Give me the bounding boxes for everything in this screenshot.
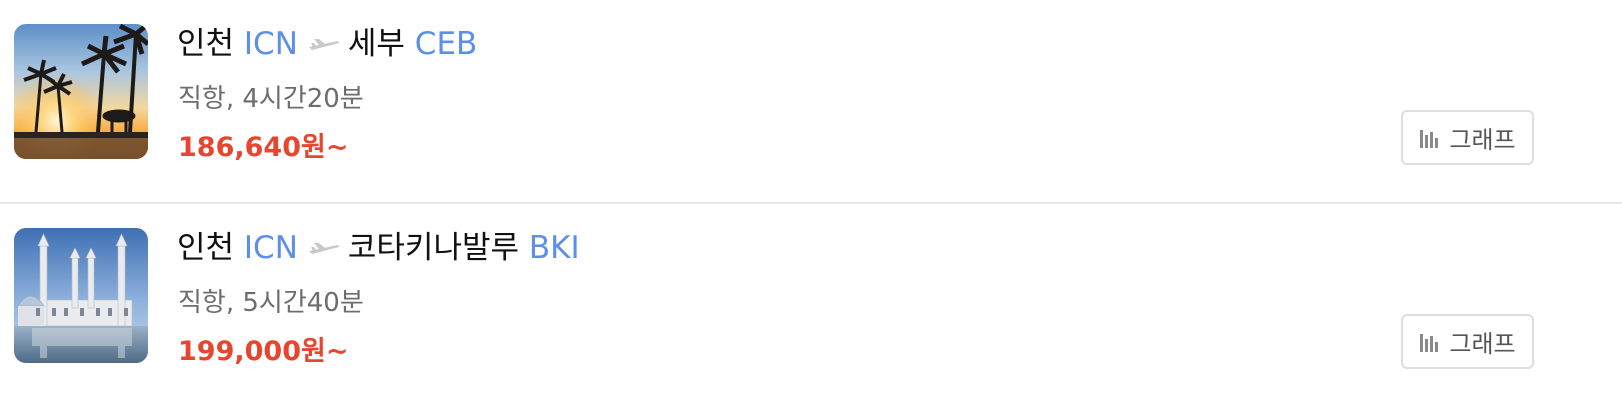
route-list-item[interactable]: 인천 ICN 코타키나발루 BKI 직항, 5시간40분 199,000원~ 그래… <box>0 202 1622 402</box>
destination-airport-code: CEB <box>414 26 478 62</box>
destination-thumbnail-cebu[interactable] <box>14 24 148 159</box>
graph-button[interactable]: 그래프 <box>1401 314 1534 369</box>
graph-button-label: 그래프 <box>1449 330 1516 358</box>
origin-city: 인천 <box>177 26 235 62</box>
price-label: 186,640원~ <box>178 132 349 163</box>
flight-info: 직항, 4시간20분 <box>178 84 364 114</box>
flight-info: 직항, 5시간40분 <box>178 288 364 318</box>
route-title: 인천 ICN 코타키나발루 BKI <box>177 226 580 270</box>
origin-airport-code: ICN <box>243 230 298 266</box>
destination-city: 세부 <box>347 26 405 62</box>
route-list: 인천 ICN 세부 CEB 직항, 4시간20분 186,640원~ 그래프 인… <box>0 0 1622 402</box>
destination-city: 코타키나발루 <box>347 230 520 266</box>
route-list-item[interactable]: 인천 ICN 세부 CEB 직항, 4시간20분 186,640원~ 그래프 <box>0 0 1622 202</box>
airplane-icon <box>308 227 340 254</box>
sunset-palms-image <box>14 24 148 159</box>
destination-thumbnail-kota-kinabalu[interactable] <box>14 228 148 363</box>
origin-airport-code: ICN <box>243 26 298 62</box>
bar-chart-icon <box>1419 127 1441 149</box>
destination-airport-code: BKI <box>528 230 580 266</box>
route-title: 인천 ICN 세부 CEB <box>177 22 477 66</box>
airplane-icon <box>308 23 340 50</box>
bar-chart-icon <box>1419 331 1441 353</box>
mosque-image <box>14 228 148 363</box>
price-label: 199,000원~ <box>178 336 349 367</box>
origin-city: 인천 <box>177 230 235 266</box>
graph-button[interactable]: 그래프 <box>1401 110 1534 165</box>
graph-button-label: 그래프 <box>1449 126 1516 154</box>
